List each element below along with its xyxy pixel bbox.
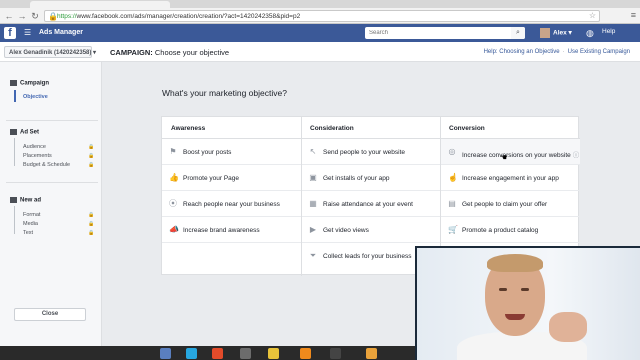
lock-icon: 🔒 — [88, 144, 95, 150]
bookmark-star-icon[interactable]: ☆ — [589, 11, 596, 20]
forward-icon[interactable]: → — [17, 11, 27, 21]
ad-icon — [10, 197, 17, 203]
hamburger-menu-icon[interactable]: ☰ — [24, 28, 31, 37]
page-title: CAMPAIGN: Choose your objective — [110, 48, 230, 57]
option-website-conversions[interactable]: ◎ Increase conversions on your website ⓘ — [441, 139, 580, 165]
globe-icon: ◎ — [448, 147, 456, 156]
info-icon[interactable]: ⓘ — [573, 152, 580, 159]
option-product-catalog[interactable]: 🛒 Promote a product catalog — [441, 217, 580, 243]
lock-icon: 🔒 — [88, 230, 95, 236]
flag-icon: ⚑ — [169, 147, 177, 156]
box-icon: ▣ — [309, 173, 317, 182]
mouse-cursor-icon: ☚ — [500, 153, 508, 162]
option-app-installs[interactable]: ▣ Get installs of your app — [302, 165, 440, 191]
column-header-consideration: Consideration — [301, 117, 440, 139]
sidebar-item-objective[interactable]: Objective — [23, 94, 48, 100]
user-menu[interactable]: Alex ▾ — [540, 28, 572, 38]
app-icon[interactable] — [366, 348, 377, 359]
video-camera-icon: ▶ — [309, 225, 317, 234]
option-boost-posts[interactable]: ⚑ Boost your posts — [162, 139, 301, 165]
lock-icon: 🔒 — [88, 221, 95, 227]
presenter-mouth — [505, 314, 525, 320]
tag-icon: ▤ — [448, 199, 456, 208]
sidebar-section-campaign[interactable]: Campaign — [10, 80, 49, 87]
lock-icon: 🔒 — [88, 162, 95, 168]
sidebar-item-audience[interactable]: Audience — [23, 144, 46, 150]
lock-icon: 🔒 — [88, 153, 95, 159]
account-selector[interactable]: Alex Genadinik (1420242358) ▾ — [4, 46, 96, 58]
chrome-icon[interactable] — [212, 348, 223, 359]
address-bar[interactable]: 🔒 https://www.facebook.com/ads/manager/c… — [44, 10, 600, 22]
browser-menu-icon[interactable]: ≡ — [631, 10, 636, 20]
cursor-icon: ↖ — [309, 147, 317, 156]
option-website-traffic[interactable]: ↖ Send people to your website — [302, 139, 440, 165]
option-promote-page[interactable]: 👍 Promote your Page — [162, 165, 301, 191]
divider — [6, 182, 98, 183]
column-header-awareness: Awareness — [162, 117, 301, 139]
presenter-hair — [487, 254, 543, 272]
sidebar-item-media[interactable]: Media — [23, 221, 38, 227]
help-objective-link[interactable]: Help: Choosing an Objective — [484, 49, 560, 55]
lock-icon: 🔒 — [88, 212, 95, 218]
browser-tab[interactable] — [30, 1, 170, 8]
back-icon[interactable]: ← — [4, 11, 14, 21]
sidebar-item-format[interactable]: Format — [23, 212, 40, 218]
header-links: Help: Choosing an Objective · Use Existing… — [483, 49, 630, 55]
megaphone-icon: 📣 — [169, 225, 179, 234]
divider — [6, 120, 98, 121]
use-existing-campaign-link[interactable]: Use Existing Campaign — [568, 49, 630, 55]
active-indicator — [14, 90, 16, 102]
tree-line — [14, 138, 15, 166]
webcam-overlay — [415, 246, 640, 360]
facebook-logo-icon[interactable]: f — [4, 27, 16, 39]
skype-icon[interactable] — [186, 348, 197, 359]
calendar-icon: ▦ — [309, 199, 317, 208]
option-event-attendance[interactable]: ▦ Raise attendance at your event — [302, 191, 440, 217]
app-icon[interactable] — [330, 348, 341, 359]
app-title: Ads Manager — [39, 29, 83, 36]
firefox-icon[interactable] — [300, 348, 311, 359]
browser-toolbar: ← → ↻ 🔒 https://www.facebook.com/ads/man… — [0, 8, 640, 24]
fb-top-bar: f ☰ Ads Manager ⌕ Alex ▾ ◍ Help — [0, 24, 640, 42]
option-offer-claims[interactable]: ▤ Get people to claim your offer — [441, 191, 580, 217]
sidebar-item-placements[interactable]: Placements — [23, 153, 52, 159]
campaign-header: Alex Genadinik (1420242358) ▾ CAMPAIGN: … — [0, 42, 640, 62]
grid-icon — [10, 129, 17, 135]
presenter-eye — [499, 288, 507, 291]
option-brand-awareness[interactable]: 📣 Increase brand awareness — [162, 217, 301, 243]
help-link[interactable]: Help — [602, 28, 615, 35]
avatar — [540, 28, 550, 38]
folder-icon — [10, 80, 17, 86]
reload-icon[interactable]: ↻ — [30, 11, 40, 21]
column-header-conversion: Conversion — [440, 117, 580, 139]
globe-icon[interactable]: ◍ — [586, 28, 596, 38]
sidebar: Campaign Objective Ad Set Audience 🔒 Pla… — [0, 62, 102, 360]
cart-icon: 🛒 — [448, 225, 458, 234]
app-icon[interactable] — [240, 348, 251, 359]
tree-line — [14, 206, 15, 234]
presenter-hand — [549, 312, 587, 342]
option-video-views[interactable]: ▶ Get video views — [302, 217, 440, 243]
funnel-icon: ⏷ — [309, 251, 317, 260]
search-box: ⌕ — [365, 27, 525, 39]
search-input[interactable] — [365, 27, 505, 39]
url-text: https://www.facebook.com/ads/manager/cre… — [57, 13, 301, 20]
search-icon[interactable]: ⌕ — [511, 27, 525, 39]
location-pin-icon: ⦿ — [169, 199, 177, 208]
sidebar-item-text[interactable]: Text — [23, 230, 33, 236]
browser-tab-strip — [0, 0, 640, 8]
presenter-eye — [521, 288, 529, 291]
sidebar-section-ad[interactable]: New ad — [10, 197, 41, 204]
close-button[interactable]: Close — [14, 308, 86, 321]
sidebar-item-budget[interactable]: Budget & Schedule — [23, 162, 70, 168]
pointer-icon: ☝ — [448, 173, 458, 182]
app-icon[interactable] — [160, 348, 171, 359]
option-app-engagement[interactable]: ☝ Increase engagement in your app — [441, 165, 580, 191]
sidebar-section-adset[interactable]: Ad Set — [10, 129, 39, 136]
thumbs-up-icon: 👍 — [169, 173, 179, 182]
app-icon[interactable] — [268, 348, 279, 359]
objective-question: What's your marketing objective? — [162, 88, 287, 98]
option-reach-nearby[interactable]: ⦿ Reach people near your business — [162, 191, 301, 217]
